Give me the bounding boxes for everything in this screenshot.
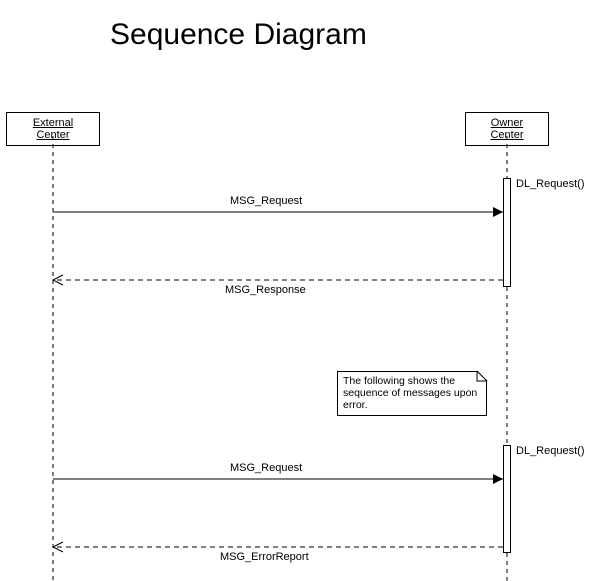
message-request-2: MSG_Request bbox=[230, 462, 302, 474]
message-response-1: MSG_Response bbox=[225, 284, 306, 296]
message-request-1: MSG_Request bbox=[230, 195, 302, 207]
note-text: The following shows the sequence of mess… bbox=[343, 375, 477, 411]
participant-owner-center: Owner Center bbox=[465, 112, 549, 146]
message-error-report: MSG_ErrorReport bbox=[220, 551, 309, 563]
note-error-sequence: The following shows the sequence of mess… bbox=[337, 371, 487, 416]
activation-bar-2 bbox=[503, 445, 511, 553]
participant-external-center: External Center bbox=[6, 112, 100, 146]
activation-label-2: DL_Request() bbox=[516, 445, 584, 457]
activation-bar-1 bbox=[503, 178, 511, 287]
activation-label-1: DL_Request() bbox=[516, 178, 584, 190]
diagram-title: Sequence Diagram bbox=[110, 18, 367, 52]
